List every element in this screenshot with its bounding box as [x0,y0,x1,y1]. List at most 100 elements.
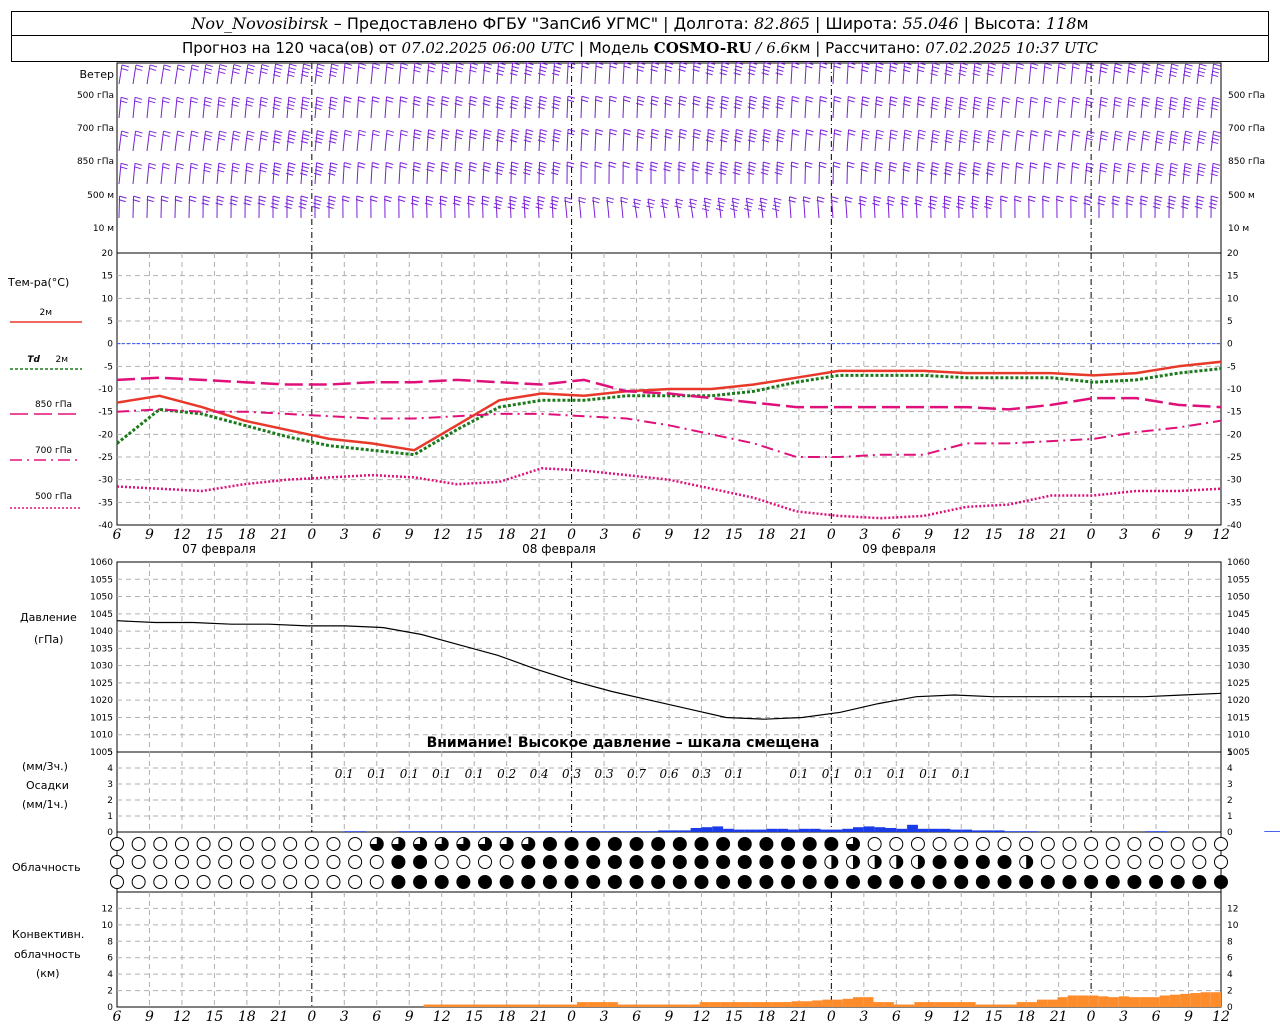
wind-barb-shaft [1112,130,1117,152]
wind-barb-feather [1086,66,1094,70]
wind-barb-feather [483,99,491,103]
cloud-fill-half [917,855,925,869]
x-tick-label: 18 [238,527,256,543]
wind-barb-shaft [1196,63,1201,85]
temp-tick-label-right: -15 [1227,408,1242,418]
wind-barb-feather [539,132,547,136]
conv-title-3: (км) [36,967,60,980]
conv-tick-label: 12 [102,904,113,914]
wind-barb-feather [889,99,897,103]
wind-barb-feather [847,132,855,136]
conv-bar [985,1004,997,1007]
x-tick-label-bottom: 21 [529,1009,548,1024]
cloud-symbol-high [1019,837,1034,851]
wind-barb-feather [299,202,307,206]
wind-barb-feather [328,195,337,199]
wind-barb-feather [288,67,296,71]
cloud-fill-full [781,875,795,889]
wind-barb-feather [219,64,227,68]
wind-barb-feather [1016,133,1024,137]
cloud-symbol-high [910,837,925,851]
cloud-fill-full [630,837,644,851]
legend-td-prefix: Td [27,355,40,365]
wind-barb-feather [945,66,954,70]
conv-bar [822,999,833,1007]
wind-barb-shaft [1056,63,1060,85]
precip-bar [809,828,821,832]
wind-barb-feather [1128,96,1137,100]
wind-barb-feather [567,95,575,99]
cloud-fill-full [673,837,687,851]
wind-barb-shaft [1126,63,1130,85]
wind-barb-feather [959,66,968,70]
conv-bar [679,1004,690,1007]
wind-barb-feather [523,106,531,110]
x-tick-label-bottom: 12 [693,1009,711,1024]
cloud-symbol-low [239,875,254,889]
x-tick-label: 9 [405,527,414,543]
x-tick-label: 9 [924,527,933,543]
wind-barb-feather [149,130,157,134]
conv-bar [1006,1004,1017,1007]
wind-barb-feather [944,195,952,199]
cloud-fill-full [586,875,600,889]
wind-barb-feather [189,195,197,199]
precip-3h-label: 0.1 [367,767,386,781]
temp-tick-label: -15 [98,408,113,418]
wind-barb-feather [426,195,434,199]
wind-barb-feather [424,202,433,206]
wind-barb-feather [176,100,184,104]
x-tick-label-bottom: 0 [827,1009,836,1024]
wind-barb-feather [326,206,334,209]
wind-barb-feather [761,139,769,143]
conv-bar [1057,997,1068,1007]
wind-barb-feather [633,198,642,202]
wind-barb-feather [289,130,297,134]
wind-barb-feather [190,162,199,166]
wind-barb-feather [177,67,185,71]
cloud-symbol-high [196,837,211,851]
wind-barb-feather [427,132,435,136]
wind-barb-feather [232,67,241,71]
wind-barb-feather [988,133,996,137]
conv-bar [842,998,853,1007]
wind-barb-feather [1059,130,1067,134]
wind-barb-feather [525,161,533,165]
cloud-symbol-high [997,837,1012,851]
x-tick-label: 15 [465,527,483,543]
wind-barb-feather [203,166,212,170]
wind-barb-feather [693,95,701,99]
conv-bar [556,1004,567,1007]
wind-barb-feather [946,133,954,137]
wind-barb-feather [203,195,211,199]
wind-barb-feather [746,172,754,175]
wind-barb-feather [946,161,954,165]
wind-barb-feather [356,195,364,199]
x-tick-label-bottom: 3 [1119,1009,1128,1024]
wind-barb-shaft [216,130,221,152]
wind-barb-feather [176,96,185,100]
wind-barb-feather [973,100,982,104]
wind-barb-feather [120,100,128,104]
cloud-symbol-high [1084,837,1099,851]
conv-bar [628,1004,639,1007]
wind-barb-shaft [592,197,596,219]
x-tick-label-bottom: 15 [465,1009,483,1024]
wind-barb-feather [427,99,435,103]
x-tick-label: 6 [372,527,381,543]
wind-barb-feather [721,95,730,99]
wind-barb-feather [889,133,898,137]
cloud-fill-full [998,855,1012,869]
wind-barb-shaft [370,130,374,152]
wind-barb-feather [1072,162,1080,166]
wind-barb-feather [1015,165,1023,169]
wind-barb-feather [1170,100,1178,104]
wind-barb-feather [875,65,883,69]
wind-barb-feather [260,96,269,100]
cloud-fill-full [608,875,622,889]
wind-barb-feather [679,128,688,132]
wind-barb-feather [344,62,353,66]
wind-barb-feather [914,202,922,206]
wind-barb-feather [732,172,740,175]
wind-barb-feather [1184,100,1192,104]
